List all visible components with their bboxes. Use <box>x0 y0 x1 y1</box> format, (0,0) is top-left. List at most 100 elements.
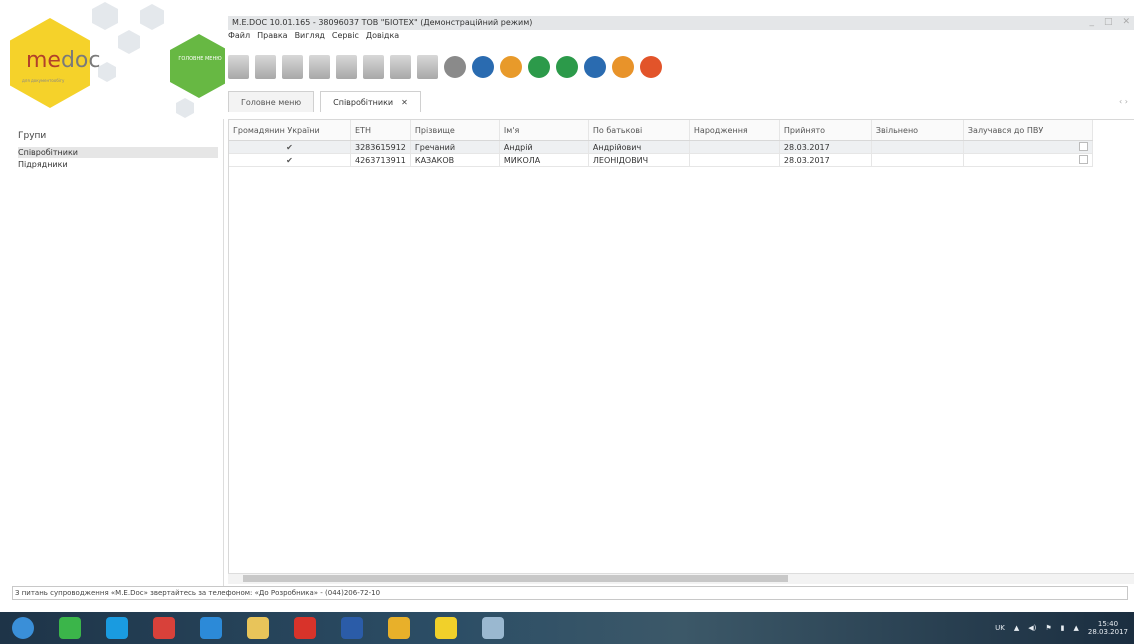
paint-icon[interactable] <box>482 617 504 639</box>
citizen-check[interactable]: ✔ <box>229 140 351 154</box>
main-menu-label: ГОЛОВНЕ МЕНЮ <box>178 56 222 62</box>
tab-label: Головне меню <box>241 97 302 107</box>
cell-etn: 3283615912 <box>350 140 411 154</box>
cell-surname: КАЗАКОВ <box>410 153 500 167</box>
pvu-checkbox[interactable] <box>963 153 1093 167</box>
employees-table: Громадянин України ЕТН Прізвище Ім'я По … <box>229 120 1093 167</box>
create-doc-icon[interactable] <box>228 55 249 79</box>
cell-patronymic: ЛЕОНІДОВИЧ <box>588 153 690 167</box>
menu-edit[interactable]: Правка <box>257 31 287 43</box>
add-record-icon[interactable] <box>363 55 384 79</box>
ccleaner-icon[interactable] <box>153 617 175 639</box>
decor-hexagon <box>92 2 118 30</box>
system-tray: UK ▲ ◀) ⚑ ▮ ▲ 15:40 28.03.2017 <box>995 620 1128 636</box>
menu-bar: Файл Правка Вигляд Сервіс Довідка <box>228 31 399 43</box>
volume-icon[interactable]: ◀) <box>1028 624 1036 632</box>
groups-panel: Групи Співробітники Підрядники <box>15 119 224 589</box>
col-header-patronymic[interactable]: По батькові <box>588 120 690 141</box>
save-doc-icon[interactable] <box>282 55 303 79</box>
network-icon[interactable]: ▲ <box>1074 624 1079 632</box>
tab-scroll-arrows[interactable]: ‹ › <box>1119 97 1128 106</box>
group-item-label: Співробітники <box>18 148 79 157</box>
opera-icon[interactable] <box>294 617 316 639</box>
cell-patronymic: Андрійович <box>588 140 690 154</box>
refresh-icon[interactable] <box>584 56 606 78</box>
table-row[interactable]: ✔ 3283615912 Гречаний Андрій Андрійович … <box>229 140 1093 154</box>
sign-icon[interactable] <box>528 56 550 78</box>
col-header-hired[interactable]: Прийнято <box>779 120 872 141</box>
col-header-pvu[interactable]: Залучався до ПВУ <box>963 120 1093 141</box>
tab-label: Співробітники <box>333 97 394 107</box>
shield-icon[interactable] <box>59 617 81 639</box>
cell-name: Андрій <box>499 140 589 154</box>
decor-hexagon <box>98 62 116 82</box>
tab-strip: Головне меню Співробітники ✕ <box>228 91 421 113</box>
globe-icon[interactable] <box>200 617 222 639</box>
word-icon[interactable] <box>341 617 363 639</box>
clock-date: 28.03.2017 <box>1087 628 1128 636</box>
group-item-employees[interactable]: Співробітники <box>18 147 218 158</box>
logo-tagline: для документообігу <box>22 78 65 83</box>
skype-icon[interactable] <box>106 617 128 639</box>
horizontal-scrollbar[interactable] <box>228 573 1134 584</box>
app-window: medoc для документообігу ГОЛОВНЕ МЕНЮ M.… <box>0 0 1134 602</box>
chrome-icon[interactable] <box>388 617 410 639</box>
employees-grid: Громадянин України ЕТН Прізвище Ім'я По … <box>228 119 1134 583</box>
flag-icon[interactable]: ⚑ <box>1045 624 1051 632</box>
main-menu-button[interactable] <box>170 34 225 98</box>
start-icon[interactable] <box>12 617 34 639</box>
tab-main-menu[interactable]: Головне меню <box>228 91 315 112</box>
language-indicator[interactable]: UK <box>995 624 1005 632</box>
medoc-icon[interactable] <box>435 617 457 639</box>
menu-view[interactable]: Вигляд <box>295 31 325 43</box>
cell-hired: 28.03.2017 <box>779 153 872 167</box>
search-record-icon[interactable] <box>390 55 411 79</box>
cell-birth <box>689 140 780 154</box>
menu-service[interactable]: Сервіс <box>332 31 359 43</box>
maximize-button[interactable]: □ <box>1104 17 1113 27</box>
close-tab-icon[interactable]: ✕ <box>401 98 408 107</box>
decor-hexagon <box>140 4 164 30</box>
group-item-label: Підрядники <box>18 160 68 169</box>
logo-area: medoc для документообігу ГОЛОВНЕ МЕНЮ <box>0 0 225 120</box>
cell-surname: Гречаний <box>410 140 500 154</box>
window-controls: _ □ ✕ <box>1089 17 1130 27</box>
clock[interactable]: 15:40 28.03.2017 <box>1088 620 1128 636</box>
col-header-etn[interactable]: ЕТН <box>350 120 411 141</box>
help-icon[interactable] <box>612 56 634 78</box>
cell-hired: 28.03.2017 <box>779 140 872 154</box>
folder-icon[interactable] <box>247 617 269 639</box>
col-header-name[interactable]: Ім'я <box>499 120 589 141</box>
edit-doc-icon[interactable] <box>336 55 357 79</box>
open-doc-icon[interactable] <box>255 55 276 79</box>
table-row[interactable]: ✔ 4263713911 КАЗАКОВ МИКОЛА ЛЕОНІДОВИЧ 2… <box>229 153 1093 167</box>
scrollbar-thumb[interactable] <box>243 575 788 582</box>
copy-doc-icon[interactable] <box>309 55 330 79</box>
status-bar: З питань супроводження «M.E.Doc» звертай… <box>12 586 1128 600</box>
col-header-birth[interactable]: Народження <box>689 120 780 141</box>
check-icon[interactable] <box>556 56 578 78</box>
tray-arrow-icon[interactable]: ▲ <box>1014 624 1019 632</box>
send-icon[interactable] <box>500 56 522 78</box>
print-icon[interactable] <box>472 56 494 78</box>
tab-employees[interactable]: Співробітники ✕ <box>320 91 421 112</box>
col-header-surname[interactable]: Прізвище <box>410 120 500 141</box>
decor-hexagon <box>176 98 194 118</box>
toolbar <box>228 50 662 84</box>
pvu-checkbox[interactable] <box>963 140 1093 154</box>
cell-fired <box>871 140 964 154</box>
archive-icon[interactable] <box>444 56 466 78</box>
close-button[interactable]: ✕ <box>1122 17 1130 27</box>
delete-record-icon[interactable] <box>417 55 438 79</box>
menu-help[interactable]: Довідка <box>366 31 399 43</box>
col-header-fired[interactable]: Звільнено <box>871 120 964 141</box>
minimize-button[interactable]: _ <box>1089 17 1094 27</box>
group-item-contractors[interactable]: Підрядники <box>18 159 218 170</box>
feedback-icon[interactable] <box>640 56 662 78</box>
battery-icon[interactable]: ▮ <box>1061 624 1065 632</box>
col-header-citizen[interactable]: Громадянин України <box>229 120 351 141</box>
citizen-check[interactable]: ✔ <box>229 153 351 167</box>
decor-hexagon <box>118 30 140 54</box>
menu-file[interactable]: Файл <box>228 31 250 43</box>
clock-time: 15:40 <box>1097 620 1119 628</box>
